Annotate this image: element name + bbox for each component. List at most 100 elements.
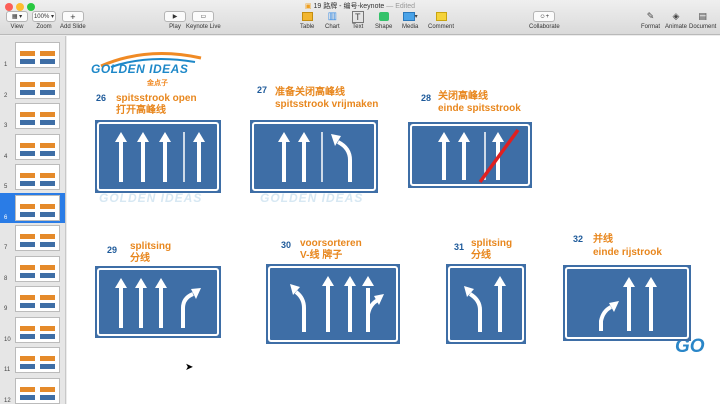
thumbnail-mark	[40, 59, 55, 64]
animate-button[interactable]: ◈ Animate	[665, 10, 687, 30]
mouse-cursor-icon: ➤	[185, 362, 194, 373]
view-icon: ▦ ▾	[6, 11, 28, 22]
text-button[interactable]: T Text	[352, 10, 364, 30]
slide-preview	[15, 72, 60, 99]
thumbnail-mark	[40, 394, 55, 400]
slide-preview	[15, 316, 60, 343]
shape-button[interactable]: Shape	[375, 10, 392, 30]
slide-thumbnail[interactable]: 8	[0, 254, 65, 284]
keynote-doc-icon: ▣	[304, 3, 312, 10]
slide-thumbnail[interactable]: 2	[0, 71, 65, 101]
sign-label-line1: 并线	[593, 234, 613, 245]
sign-number: 27	[257, 85, 268, 95]
thumbnail-mark	[20, 333, 35, 339]
thumbnail-mark	[40, 181, 55, 186]
slide-navigator[interactable]: 1 2 3 4 5 6 7 8 9 10 11 12	[0, 36, 66, 404]
slide-thumbnail[interactable]: 11	[0, 345, 65, 375]
zoom-button[interactable]: 100% ▾ Zoom	[32, 10, 56, 30]
slide-thumbnail[interactable]: 10	[0, 315, 65, 345]
slide-number: 3	[4, 123, 8, 129]
slide-canvas[interactable]: GOLDEN IDEAS 金点子 GOLDEN IDEAS GOLDEN IDE…	[67, 36, 720, 404]
slide-number: 11	[4, 367, 11, 373]
slide-thumbnail[interactable]: 6	[0, 192, 65, 223]
thumbnail-mark	[20, 142, 35, 148]
animate-icon: ◈	[672, 11, 680, 21]
thumbnail-mark	[20, 181, 35, 186]
sign-number: 28	[421, 93, 432, 103]
thumbnail-mark	[20, 89, 35, 95]
slide-thumbnail[interactable]: 1	[0, 40, 65, 70]
document-button[interactable]: ▤ Document	[689, 10, 716, 30]
thumbnail-mark	[20, 242, 35, 247]
thumbnail-mark	[40, 242, 55, 247]
slide-thumbnail[interactable]: 5	[0, 162, 65, 192]
comment-button[interactable]: Comment	[428, 10, 454, 30]
thumbnail-mark	[20, 394, 35, 400]
thumbnail-mark	[20, 356, 35, 361]
sign-number: 29	[107, 245, 118, 255]
media-button[interactable]: ▾ Media	[402, 10, 418, 30]
slide-thumbnail[interactable]: 3	[0, 101, 65, 131]
thumbnail-mark	[40, 325, 55, 331]
view-button[interactable]: ▦ ▾ View	[6, 10, 28, 30]
thumbnail-mark	[20, 295, 35, 300]
thumbnail-mark	[20, 325, 35, 331]
collaborate-button[interactable]: ☺+ Collaborate	[529, 10, 560, 30]
slide-number: 4	[4, 153, 8, 160]
play-icon: ▶	[164, 11, 186, 22]
play-button[interactable]: ▶ Play	[164, 10, 186, 30]
slide-number: 6	[4, 214, 8, 221]
thumbnail-mark	[20, 303, 35, 308]
thumbnail-mark	[20, 264, 35, 270]
thumbnail-mark	[40, 81, 55, 87]
sign-spitsstrook-open	[95, 120, 221, 193]
sign-label-line1: splitsing	[471, 238, 513, 249]
keynote-live-button[interactable]: ▭ Keynote Live	[186, 10, 221, 30]
thumbnail-mark	[40, 303, 55, 308]
chart-button[interactable]: ▥ Chart	[325, 10, 340, 30]
add-slide-button[interactable]: + Add Slide	[60, 10, 86, 30]
slide-preview	[15, 347, 60, 373]
slide-thumbnail[interactable]: 7	[0, 223, 65, 253]
slide-thumbnail[interactable]: 12	[0, 376, 65, 404]
slide-preview	[15, 42, 60, 68]
slide-preview	[15, 225, 60, 251]
thumbnail-mark	[20, 150, 35, 156]
media-icon: ▾	[402, 10, 418, 23]
format-icon: ✎	[646, 11, 655, 21]
slide-thumbnail[interactable]: 9	[0, 284, 65, 314]
sign-label-line1: splitsing	[130, 241, 172, 252]
slide-preview	[15, 164, 60, 190]
slide-preview	[15, 133, 60, 160]
table-button[interactable]: Table	[300, 10, 314, 30]
thumbnail-mark	[20, 386, 35, 392]
thumbnail-mark	[40, 234, 55, 239]
slide-preview	[15, 255, 60, 282]
sign-label-line2: einde spitsstrook	[438, 103, 521, 114]
sign-splitsing-2	[446, 264, 526, 344]
thumbnail-mark	[20, 59, 35, 64]
sign-label-line1: 准备关闭高峰线	[275, 87, 345, 98]
slide-thumbnail[interactable]: 4	[0, 132, 65, 162]
logo-chinese: 金点子	[147, 80, 168, 87]
thumbnail-mark	[20, 272, 35, 278]
sign-number: 31	[454, 242, 465, 252]
keynote-live-icon: ▭	[192, 11, 215, 22]
thumbnail-mark	[40, 356, 55, 361]
thumbnail-mark	[40, 150, 55, 156]
format-button[interactable]: ✎ Format	[641, 10, 660, 30]
watermark-logo: GOLDEN IDEAS	[99, 191, 203, 205]
sign-label-line1: 关闭高峰线	[438, 91, 488, 102]
toolbar: ▣ 19 路牌 - 编号-keynote — Edited ▦ ▾ View 1…	[0, 0, 720, 35]
slide-number: 10	[4, 336, 11, 343]
slide-preview	[15, 377, 60, 404]
sign-label-line2: V-线 牌子	[300, 250, 343, 261]
thumbnail-mark	[20, 112, 35, 117]
thumbnail-mark	[40, 51, 55, 56]
thumbnail-mark	[40, 89, 55, 95]
sign-number: 32	[573, 234, 584, 244]
document-icon: ▤	[698, 11, 707, 21]
logo-text: GOLDEN IDEAS	[91, 62, 189, 76]
thumbnail-mark	[40, 142, 55, 148]
thumbnail-mark	[20, 211, 35, 217]
